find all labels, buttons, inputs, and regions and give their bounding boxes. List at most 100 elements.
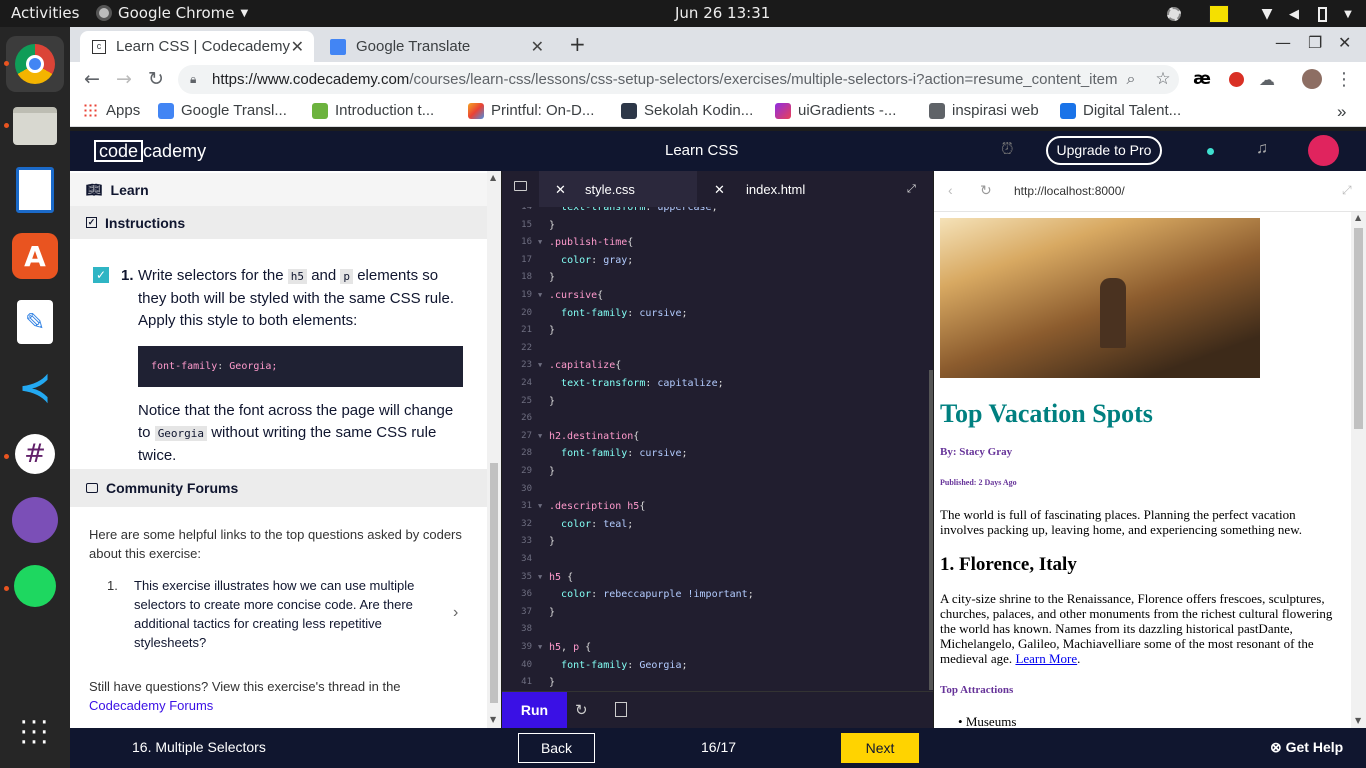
new-tab-icon[interactable]: + [569,32,586,56]
tab-learn-css[interactable]: c Learn CSS | Codecademy ✕ [80,31,314,62]
fold-arrow-icon[interactable]: ▼ [538,569,542,586]
fold-arrow-icon[interactable]: ▼ [538,287,542,304]
reload-icon[interactable]: ↻ [144,67,168,91]
scroll-up-arrow-icon[interactable]: ▲ [1355,213,1361,222]
expand-icon[interactable]: ⤢ [907,182,916,196]
close-window-icon[interactable]: ✕ [1338,33,1351,52]
learn-more-link[interactable]: Learn More [1015,651,1077,666]
chrome-menu-icon[interactable]: ⋮ [1332,67,1356,91]
codecademy-logo[interactable]: code cademy [94,140,206,162]
code-line[interactable]: 26 [502,410,933,427]
system-menu-caret-icon[interactable]: ▼ [1341,4,1355,24]
fold-arrow-icon[interactable]: ▼ [538,639,542,656]
code-line[interactable]: 19 ▼ .cursive{ [502,287,933,304]
tab-style-css[interactable]: ✕ style.css [539,171,697,207]
volume-icon[interactable]: ◀ [1286,4,1302,24]
code-line[interactable]: 21} [502,322,933,339]
bookmark-sekolah-koding[interactable]: Sekolah Kodin... [621,102,753,119]
scroll-up-arrow-icon[interactable]: ▲ [490,173,496,182]
vscode-dock-icon[interactable]: ≺ [12,365,58,411]
learn-section-header[interactable]: 📖︎ Learn [70,173,487,206]
code-line[interactable]: 18} [502,269,933,286]
files-dock-icon[interactable] [12,103,58,149]
code-lines[interactable]: 14 text-transform: uppercase; 15} 16 ▼ .publ… [502,207,933,691]
code-line[interactable]: 30 [502,481,933,498]
preview-reload-icon[interactable]: ↻ [980,182,992,199]
bookmark-introduction[interactable]: Introduction t... [312,102,434,119]
open-in-new-window-icon[interactable]: ⤢ [1342,183,1352,198]
forum-question-link[interactable]: This exercise illustrates how we can use… [134,576,434,652]
close-icon[interactable]: ✕ [531,37,544,57]
github-desktop-dock-icon[interactable] [12,497,58,543]
close-icon[interactable]: ✕ [714,171,725,207]
spotify-dock-icon[interactable] [12,563,58,609]
activities-button[interactable]: Activities [11,4,79,22]
scroll-down-arrow-icon[interactable]: ▼ [490,715,496,724]
tab-google-translate[interactable]: Google Translate ✕ [318,31,554,62]
folder-icon[interactable] [514,181,527,191]
clock[interactable]: Jun 26 13:31 [675,4,770,22]
bookmark-folder-inspirasi[interactable]: inspirasi web [929,102,1039,119]
instructions-section-header[interactable]: ✓ Instructions [70,206,487,239]
preview-back-icon[interactable]: ‹ [948,182,953,198]
code-line[interactable]: 40 font-family: Georgia; [502,657,933,674]
code-line[interactable]: 16 ▼ .publish-time{ [502,234,933,251]
bookmark-printful[interactable]: Printful: On-D... [468,102,594,119]
back-button[interactable]: Back [518,733,595,763]
restore-icon[interactable]: ❐ [1308,33,1322,52]
code-line[interactable]: 36 color: rebeccapurple !important; [502,586,933,603]
close-icon[interactable]: ✕ [291,37,304,57]
community-forums-header[interactable]: Community Forums [70,469,487,507]
code-line[interactable]: 33} [502,533,933,550]
code-line[interactable]: 38 [502,621,933,638]
run-button[interactable]: Run [502,692,567,729]
alarm-clock-icon[interactable]: ⏰︎ [1001,141,1013,159]
code-line[interactable]: 25} [502,393,933,410]
bookmark-uigradients[interactable]: uiGradients -... [775,102,896,119]
slack-dock-icon[interactable]: # [12,431,58,477]
exercise-title[interactable]: 16. Multiple Selectors [132,739,266,755]
code-line[interactable]: 41} [502,674,933,691]
chrome-dock-icon[interactable] [6,36,64,92]
text-editor-dock-icon[interactable]: ✎ [12,299,58,345]
code-line[interactable]: 31 ▼ .description h5{ [502,498,933,515]
code-line[interactable]: 14 text-transform: uppercase; [502,207,933,216]
bookmark-google-translate[interactable]: Google Transl... [158,102,287,119]
scrollbar-thumb[interactable] [1354,228,1363,429]
get-help-button[interactable]: ⊗ Get Help [1270,739,1343,756]
task-complete-checkbox[interactable]: ✓ [93,267,109,283]
next-button[interactable]: Next [841,733,919,763]
code-line[interactable]: 32 color: teal; [502,516,933,533]
user-avatar[interactable] [1308,135,1339,166]
code-line[interactable]: 39 ▼ h5, p { [502,639,933,656]
code-line[interactable]: 34 [502,551,933,568]
code-line[interactable]: 35 ▼ h5 { [502,569,933,586]
code-line[interactable]: 15} [502,217,933,234]
scroll-down-arrow-icon[interactable]: ▼ [1355,716,1361,725]
preview-scrollbar[interactable]: ▲ ▼ [1351,212,1366,728]
left-panel-scrollbar[interactable]: ▲ ▼ [487,171,501,728]
code-line[interactable]: 22 [502,340,933,357]
fold-arrow-icon[interactable]: ▼ [538,234,542,251]
extension-cloud-icon[interactable]: ☁ [1255,67,1279,91]
notifications-bell-icon[interactable]: ♫ [1256,140,1268,158]
minimize-icon[interactable]: — [1275,33,1291,52]
code-line[interactable]: 27 ▼ h2.destination{ [502,428,933,445]
tab-index-html[interactable]: ✕ index.html [702,171,882,207]
bookmarks-overflow-icon[interactable]: » [1337,102,1346,122]
notes-icon[interactable] [1208,4,1230,24]
code-line[interactable]: 29} [502,463,933,480]
profile-avatar[interactable] [1300,67,1324,91]
reset-icon[interactable]: ↻ [575,701,588,719]
extension-ae-icon[interactable]: æ [1190,67,1214,91]
code-line[interactable]: 24 text-transform: capitalize; [502,375,933,392]
bookmark-apps[interactable]: Apps [83,102,140,119]
address-bar[interactable]: 🔒︎ https://www.codecademy.com/courses/le… [178,65,1179,94]
codecademy-forums-link[interactable]: Codecademy Forums [89,698,213,713]
wifi-icon[interactable]: ▼ [1258,4,1276,24]
app-menu[interactable]: Google Chrome ▼ [96,4,248,22]
fold-arrow-icon[interactable]: ▼ [538,498,542,515]
upgrade-to-pro-button[interactable]: Upgrade to Pro [1046,136,1162,165]
battery-icon[interactable] [1314,4,1330,24]
software-center-dock-icon[interactable]: A [12,233,58,279]
